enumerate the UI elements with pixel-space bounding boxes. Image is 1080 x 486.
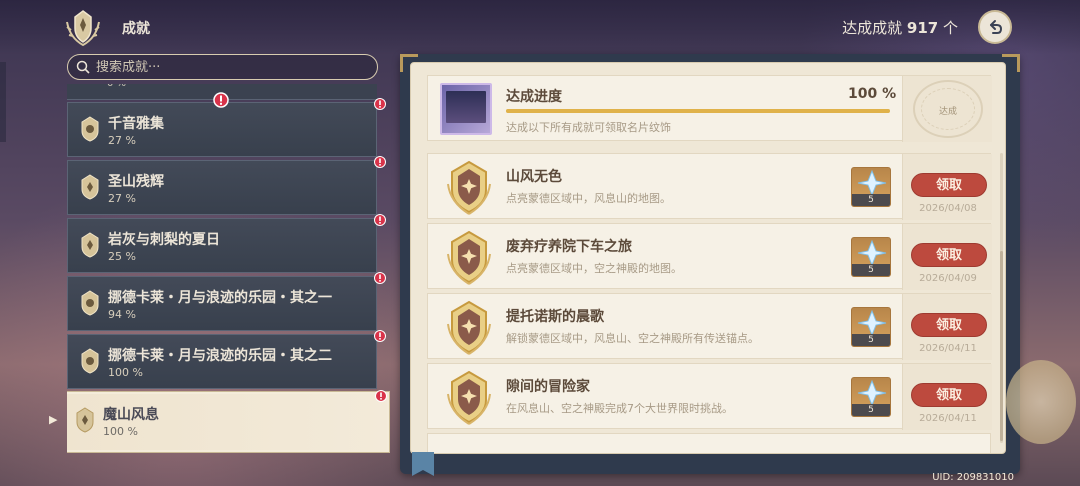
achievement-medal-icon (447, 230, 491, 285)
achievement-medal-icon (447, 300, 491, 355)
list-scrollbar[interactable] (1000, 153, 1003, 443)
claim-button[interactable]: 领取 (911, 313, 987, 337)
achievement-medal-icon (447, 370, 491, 425)
achievement-title: 山风无色 (506, 169, 562, 185)
reward-count: 5 (852, 334, 890, 346)
category-name: 千音雅集 (108, 116, 164, 132)
category-pct: 27 % (108, 192, 136, 205)
achievement-date: 2026/04/11 (919, 343, 977, 354)
alert-badge-icon (374, 272, 386, 284)
primogem-reward[interactable]: 5 (851, 377, 891, 417)
back-button[interactable] (978, 10, 1012, 44)
primogem-reward[interactable]: 5 (851, 237, 891, 277)
namecard-reward-image[interactable] (440, 83, 492, 135)
progress-title: 达成进度 (506, 89, 562, 105)
search-bar[interactable] (67, 54, 378, 80)
primogem-reward[interactable]: 5 (851, 307, 891, 347)
progress-bar (506, 109, 890, 113)
medal-icon (81, 232, 99, 258)
achievement-desc: 解锁蒙德区域中，风息山、空之神殿所有传送锚点。 (506, 332, 759, 345)
achieved-count: 917 (906, 19, 939, 37)
claim-area: 领取 2026/04/09 (902, 224, 992, 290)
reward-count: 5 (852, 404, 890, 416)
claim-area: 领取 2026/04/11 (902, 364, 992, 430)
achievement-row: 废弃疗养院下车之旅 点亮蒙德区域中，空之神殿的地图。 5 领取 2026/04/… (427, 223, 992, 290)
medal-icon (81, 174, 99, 200)
alert-badge-icon (374, 214, 386, 226)
back-arrow-icon (990, 20, 1003, 34)
category-item-selected[interactable]: 魔山风息 100 % (67, 390, 389, 452)
achieved-total: 达成成就 917 个 (842, 17, 958, 38)
search-icon (76, 60, 90, 74)
achievement-row: 隙间的冒险家 在风息山、空之神殿完成7个大世界限时挑战。 5 领取 2026/0… (427, 363, 992, 430)
category-name: 圣山残辉 (108, 174, 164, 190)
stamp-label: 达成 (938, 107, 957, 117)
category-item[interactable]: 岩灰与刺梨的夏日 25 % (67, 214, 386, 273)
category-pct: 94 % (108, 308, 136, 321)
category-name: 挪德卡莱・月与浪迹的乐园・其之一 (108, 290, 332, 306)
alert-badge-icon (374, 156, 386, 168)
achievement-desc: 在风息山、空之神殿完成7个大世界限时挑战。 (506, 402, 733, 415)
claim-area: 领取 2026/04/11 (902, 294, 992, 360)
achievement-date: 2026/04/08 (919, 203, 977, 214)
medal-icon (81, 116, 99, 142)
category-name: 魔山风息 (103, 407, 159, 423)
category-item[interactable]: 千音雅集 27 % (67, 98, 386, 157)
completion-stamp: 达成 (902, 76, 992, 142)
achievement-title: 废弃疗养院下车之旅 (506, 239, 632, 255)
category-pct: 100 % (108, 366, 143, 379)
category-item[interactable]: 挪德卡莱・月与浪迹的乐园・其之一 94 % (67, 272, 386, 331)
decorative-emblem (1006, 360, 1076, 444)
claim-area: 领取 2026/04/08 (902, 154, 992, 220)
category-pct: 100 % (103, 425, 138, 438)
selection-arrow-icon: ▶ (49, 413, 58, 426)
reward-count: 5 (852, 194, 890, 206)
category-name: 挪德卡莱・月与浪迹的乐园・其之二 (108, 348, 332, 364)
alert-badge-icon (374, 98, 386, 110)
primogem-reward[interactable]: 5 (851, 167, 891, 207)
achievement-desc: 点亮蒙德区域中，空之神殿的地图。 (506, 262, 682, 275)
claim-button[interactable]: 领取 (911, 383, 987, 407)
alert-badge-icon (213, 92, 229, 108)
category-list[interactable]: 0 % 千音雅集 27 % 圣山残辉 27 % 岩灰与刺梨的夏日 25 % 挪德… (67, 84, 391, 474)
achievement-desc: 点亮蒙德区域中，风息山的地图。 (506, 192, 671, 205)
achieved-unit: 个 (942, 19, 958, 37)
achievement-title: 隙间的冒险家 (506, 379, 590, 395)
achievement-row: 山风无色 点亮蒙德区域中，风息山的地图。 5 领取 2026/04/08 (427, 153, 992, 220)
left-edge-decoration (0, 62, 6, 142)
claim-button[interactable]: 领取 (911, 173, 987, 197)
medal-icon (81, 290, 99, 316)
category-pct: 25 % (108, 250, 136, 263)
progress-bar-fill (506, 109, 890, 113)
category-pct: 0 % (107, 84, 126, 89)
medal-icon (81, 348, 99, 374)
reward-count: 5 (852, 264, 890, 276)
uid-label: UID: 209831010 (932, 472, 1014, 483)
category-pct: 27 % (108, 134, 136, 147)
achievement-row: 提托诺斯的晨歌 解锁蒙德区域中，风息山、空之神殿所有传送锚点。 5 领取 202… (427, 293, 992, 360)
category-item[interactable]: 圣山残辉 27 % (67, 156, 386, 215)
achievement-title: 提托诺斯的晨歌 (506, 309, 604, 325)
alert-badge-icon (375, 390, 387, 402)
achievement-row-partial (427, 433, 991, 453)
progress-percent: 100 % (848, 86, 897, 102)
page-title: 成就 (122, 21, 150, 37)
achievement-date: 2026/04/09 (919, 273, 977, 284)
alert-badge-icon (374, 330, 386, 342)
achievement-medal-icon (447, 160, 491, 215)
progress-desc: 达成以下所有成就可领取名片纹饰 (506, 121, 671, 134)
category-item[interactable]: 挪德卡莱・月与浪迹的乐园・其之二 100 % (67, 330, 386, 389)
category-name: 岩灰与刺梨的夏日 (108, 232, 220, 248)
claim-button[interactable]: 领取 (911, 243, 987, 267)
progress-card: 达成进度 100 % 达成以下所有成就可领取名片纹饰 达成 (427, 75, 992, 142)
achievement-date: 2026/04/11 (919, 413, 977, 424)
search-input[interactable] (96, 59, 356, 75)
top-bar: 成就 达成成就 917 个 (0, 0, 1080, 54)
achievement-panel: 达成进度 100 % 达成以下所有成就可领取名片纹饰 达成 山风无色 点亮蒙德区… (410, 62, 1006, 454)
achieved-label: 达成成就 (842, 19, 903, 37)
achievement-emblem-icon (66, 10, 100, 47)
medal-icon (76, 407, 94, 433)
